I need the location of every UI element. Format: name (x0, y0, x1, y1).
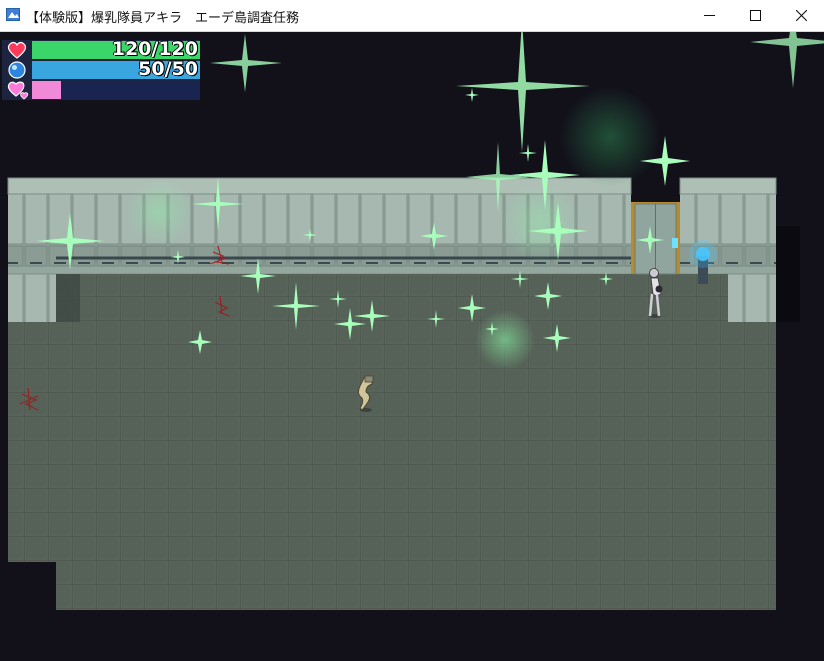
glow-orb (560, 87, 660, 187)
glow-orb (126, 178, 194, 246)
mp-value: 50/50 (138, 58, 198, 80)
wall-left-pillar (8, 194, 56, 322)
hp-row: 120/120 (2, 38, 200, 60)
status-hud: 120/120 50/50 (2, 38, 200, 100)
floor-main (8, 264, 776, 562)
door-switch[interactable] (672, 238, 678, 248)
dark-edge-right (776, 226, 800, 322)
game-viewport[interactable]: 120/120 50/50 (0, 32, 824, 661)
minimize-icon (703, 15, 715, 16)
heart-icon (7, 41, 27, 59)
blue-lamp-glow (689, 240, 717, 268)
sparkle (750, 32, 824, 88)
glow-orb (475, 310, 535, 370)
lust-bar (32, 81, 200, 99)
close-button[interactable] (778, 0, 824, 31)
floor-left-step (8, 320, 56, 560)
minimize-button[interactable] (686, 0, 732, 31)
glow-orb (500, 182, 580, 262)
maximize-button[interactable] (732, 0, 778, 31)
mp-bar: 50/50 (32, 58, 200, 80)
sparkle (465, 88, 479, 102)
window-title: 【体験版】爆乳隊員アキラ エーデ島調査任務 (26, 11, 300, 26)
floor-lower (56, 560, 776, 610)
blue-orb-icon (8, 61, 26, 79)
pink-heart-icon (7, 81, 29, 100)
mp-row: 50/50 (2, 58, 200, 80)
shadow-under-wall (56, 272, 80, 322)
hp-bar: 120/120 (32, 38, 200, 60)
app-icon (6, 8, 20, 21)
hp-value: 120/120 (111, 38, 198, 60)
wall-right-pillar (728, 194, 776, 322)
lust-row (2, 80, 200, 100)
game-scene (7, 32, 824, 610)
sparkle (210, 34, 282, 92)
maximize-icon (749, 10, 761, 21)
wall-right-cap (679, 177, 777, 195)
close-icon (795, 10, 807, 21)
lust-bar-fill (32, 81, 61, 99)
window-titlebar: 【体験版】爆乳隊員アキラ エーデ島調査任務 (0, 0, 824, 32)
